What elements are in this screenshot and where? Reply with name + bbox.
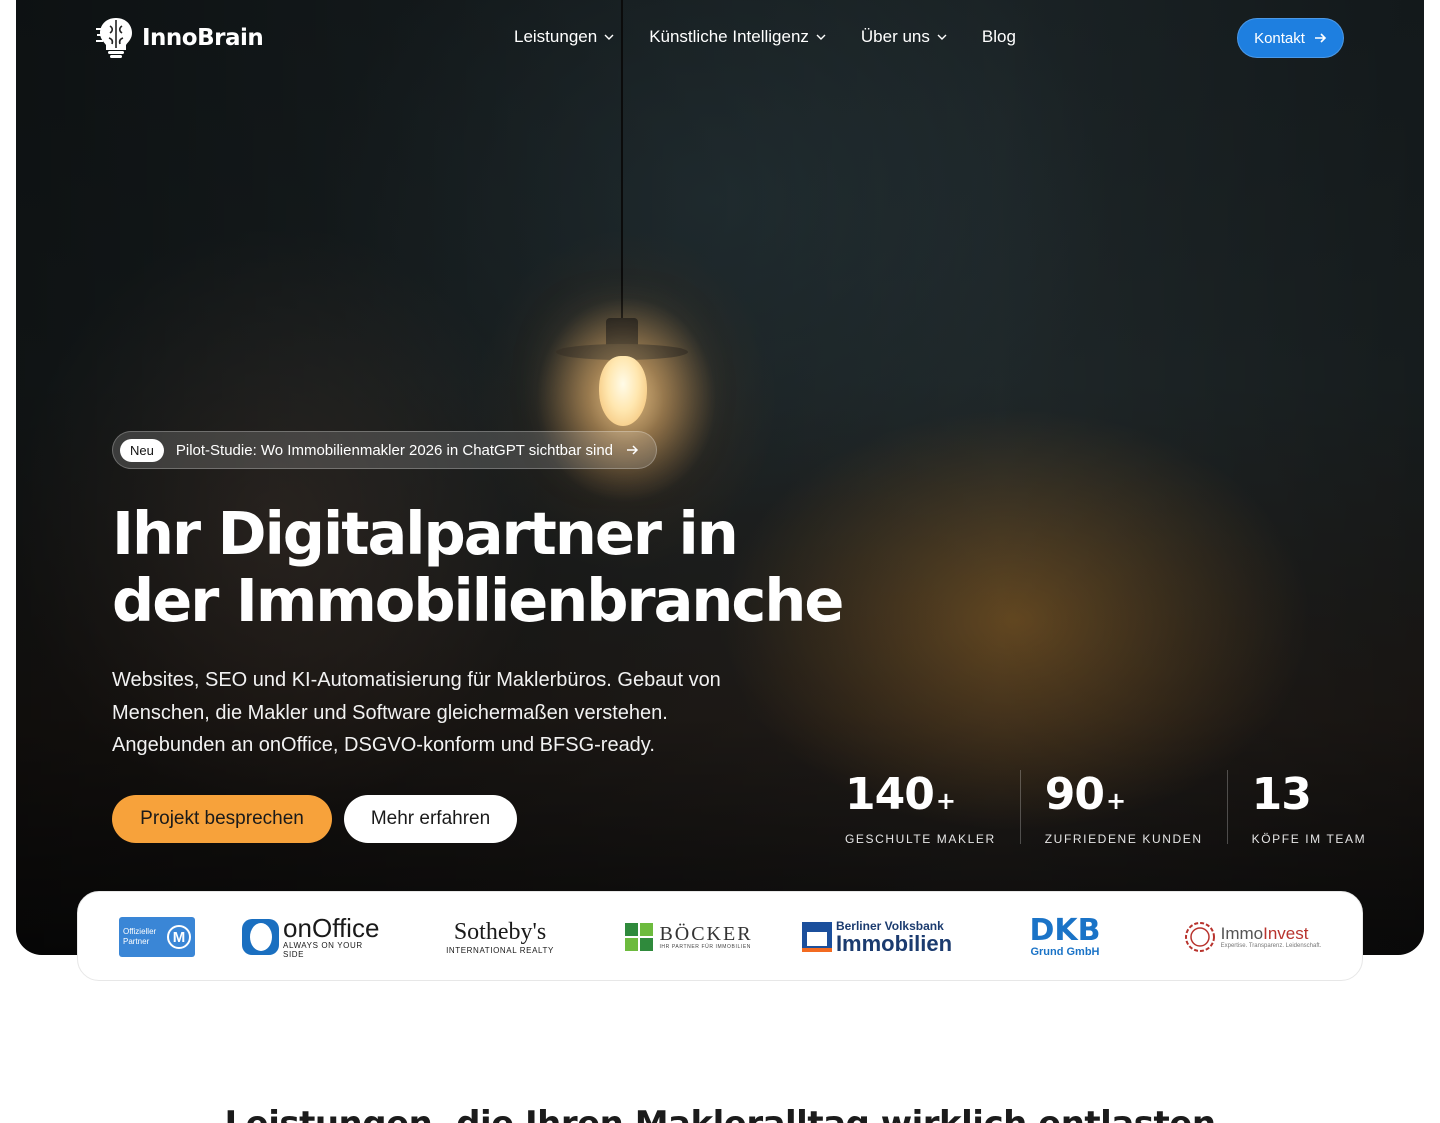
top-navigation: InnoBrain Leistungen Künstliche Intellig… <box>0 0 1440 76</box>
services-section-title: Leistungen, die Ihren Makleralltag wirkl… <box>0 1104 1440 1123</box>
sothebys-logo: Sotheby's INTERNATIONAL REALTY <box>446 918 554 955</box>
stat-label: KÖPFE IM TEAM <box>1251 832 1367 846</box>
stat-value: 140+ <box>845 769 956 820</box>
stat-team-size: 13 KÖPFE IM TEAM <box>1251 769 1367 847</box>
brain-bulb-icon <box>96 18 132 58</box>
chevron-down-icon <box>937 34 947 40</box>
onoffice-partner-badge: Offizieller Partner M <box>118 892 196 982</box>
partner-logos-bar: Offizieller Partner M onOffice ALWAYS ON… <box>77 891 1363 981</box>
boecker-logo: BÖCKER IHR PARTNER FÜR IMMOBILIEN <box>620 892 758 982</box>
arrow-right-icon <box>1314 33 1327 43</box>
onoffice-logo: onOffice ALWAYS ON YOUR SIDE <box>242 892 384 982</box>
arrow-right-icon <box>627 445 639 455</box>
stat-happy-customers: 90+ ZUFRIEDENE KUNDEN <box>1044 769 1228 846</box>
hero-title-line2: der Immobilienbranche <box>112 566 844 635</box>
lamp-socket <box>606 318 638 346</box>
stat-label: GESCHULTE MAKLER <box>845 832 996 846</box>
nav-label: Künstliche Intelligenz <box>649 27 809 46</box>
stat-label: ZUFRIEDENE KUNDEN <box>1044 832 1203 846</box>
contact-button[interactable]: Kontakt <box>1237 18 1344 58</box>
nav-item-ki[interactable]: Künstliche Intelligenz <box>649 27 827 47</box>
hero-title-line1: Ihr Digitalpartner in <box>112 499 739 568</box>
contact-label: Kontakt <box>1254 29 1305 47</box>
stat-value: 13 <box>1251 769 1312 820</box>
berliner-volksbank-logo: Berliner Volksbank Immobilien <box>801 892 952 982</box>
hero-subtitle: Websites, SEO und KI-Automatisierung für… <box>112 669 721 756</box>
learn-more-button[interactable]: Mehr erfahren <box>344 795 517 843</box>
brand-name: InnoBrain <box>142 25 264 51</box>
nav-label: Leistungen <box>514 27 598 46</box>
project-discuss-button[interactable]: Projekt besprechen <box>112 795 332 843</box>
stat-value: 90+ <box>1044 769 1126 820</box>
announcement-pill[interactable]: Neu Pilot-Studie: Wo Immobilienmakler 20… <box>112 431 657 469</box>
announcement-text: Pilot-Studie: Wo Immobilienmakler 2026 i… <box>175 441 613 459</box>
light-bulb <box>599 356 647 426</box>
new-badge: Neu <box>120 438 164 462</box>
main-menu: Leistungen Künstliche Intelligenz Über u… <box>514 27 1050 47</box>
stat-trained-brokers: 140+ GESCHULTE MAKLER <box>845 769 1021 846</box>
nav-label: Blog <box>981 27 1016 46</box>
stats-row: 140+ GESCHULTE MAKLER 90+ ZUFRIEDENE KUN… <box>845 769 1367 847</box>
immoinvest-mark-icon <box>1184 922 1215 952</box>
chevron-down-icon <box>604 34 614 40</box>
nav-label: Über uns <box>860 27 930 46</box>
nav-item-ueber-uns[interactable]: Über uns <box>861 27 948 47</box>
immoinvest-logo: ImmoInvest Expertise. Transparenz. Leide… <box>1182 892 1322 982</box>
hero-title: Ihr Digitalpartner in der Immobilienbran… <box>112 499 844 635</box>
chevron-down-icon <box>816 34 826 40</box>
dkb-logo: DKB Grund GmbH <box>1029 913 1101 959</box>
brand-logo[interactable]: InnoBrain <box>96 16 264 60</box>
nav-item-blog[interactable]: Blog <box>982 27 1016 47</box>
nav-item-leistungen[interactable]: Leistungen <box>514 27 615 47</box>
